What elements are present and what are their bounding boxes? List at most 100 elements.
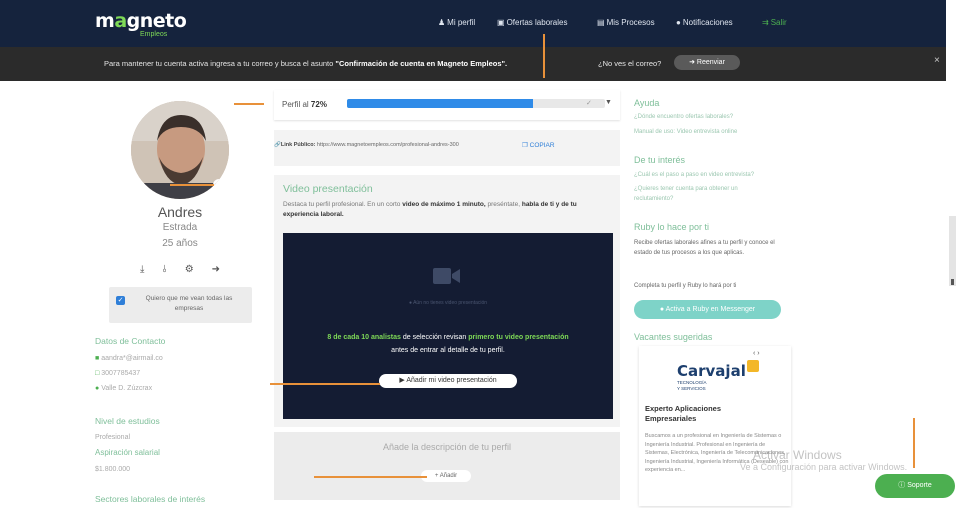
scrollbar-marker — [951, 279, 954, 285]
interest-link[interactable]: reclutamiento? — [634, 196, 673, 202]
arrow-right-icon: ➜ — [689, 59, 697, 66]
settings-icon[interactable]: ⚙ — [185, 264, 194, 275]
video-desc-text: Destaca tu perfil profesional. En un cor… — [283, 201, 401, 208]
video-msg-highlight: primero tu video presentación — [468, 334, 569, 341]
public-url-value[interactable]: https://www.magnetoempleos.com/profesion… — [317, 142, 459, 148]
close-banner-icon[interactable]: × — [934, 55, 940, 66]
video-empty-label: Aún no tienes video presentación — [413, 300, 488, 306]
logo-subtitle: Empleos — [140, 31, 168, 38]
banner-text: Para mantener tu cuenta activa ingresa a… — [104, 59, 334, 68]
video-camera-icon — [433, 268, 460, 284]
suggested-jobs-title: Vacantes sugeridas — [634, 332, 713, 342]
job-card[interactable]: ‹ › Carvajal TECNOLOGÍA Y SERVICIOS Exper… — [639, 346, 791, 506]
logout-icon: ⇉ — [762, 18, 769, 27]
bell-icon: ● — [676, 18, 681, 27]
activate-ruby-button[interactable]: ● Activa a Ruby en Messenger — [634, 300, 781, 319]
support-button[interactable]: ⓘ Soporte — [875, 474, 955, 498]
contact-phone: □ 3007785437 — [95, 370, 140, 377]
windows-watermark-sub: Ve a Configuración para activar Windows. — [740, 462, 908, 472]
nav-item-notificaciones[interactable]: ● Notificaciones — [676, 18, 733, 27]
carousel-arrows-icon[interactable]: ‹ › — [753, 350, 760, 357]
video-msg-text: de selección revisan — [402, 334, 467, 341]
phone-icon: □ — [95, 370, 100, 377]
email-confirmation-banner: Para mantener tu cuenta activa ingresa a… — [0, 47, 946, 81]
contact-location: ● Valle D. Zúzcrax — [95, 385, 152, 392]
nav-label: Mis Procesos — [606, 18, 655, 27]
interest-link[interactable]: ¿Quieres tener cuenta para obtener un — [634, 186, 738, 192]
help-link[interactable]: Manual de uso: Video entrevista online — [634, 129, 737, 135]
progress-percent: 72% — [310, 100, 327, 109]
magneto-logo[interactable]: magneto Empleos — [95, 10, 187, 38]
download-icon[interactable]: ⤓ — [140, 264, 144, 275]
description-title: Añade la descripción de tu perfil — [382, 442, 512, 452]
link-icon: 🔗 — [274, 142, 281, 148]
profile-actions: ⤓ ⫰ ⚙ ➜ — [140, 264, 220, 275]
ruby-text: Recibe ofertas laborales afines a tu per… — [634, 240, 775, 256]
public-url-card: 🔗Link Público: https://www.magnetoempleo… — [274, 130, 620, 166]
email-value: aandra*@airmail.co — [101, 355, 163, 362]
annotation-arrow — [234, 103, 264, 105]
video-desc-text: preséntate, — [487, 201, 521, 208]
logo-part: m — [95, 10, 115, 32]
profile-name: Andres — [157, 204, 203, 220]
interest-link[interactable]: ¿Cuál es el paso a paso en video entrevi… — [634, 172, 754, 178]
video-title: Video presentación — [283, 183, 373, 195]
ruby-text: Completa tu perfil y Ruby lo hará por ti — [634, 283, 737, 289]
help-link[interactable]: ¿Dónde encuentro ofertas laborales? — [634, 114, 733, 120]
share-icon[interactable]: ⫰ — [162, 264, 166, 275]
annotation-arrow — [543, 34, 545, 78]
add-video-button[interactable]: ▶ Añadir mi video presentación — [379, 374, 517, 388]
nav-item-ofertas[interactable]: ▣ Ofertas laborales — [497, 18, 567, 27]
job-title: Experto Aplicaciones Empresariales — [645, 404, 721, 424]
video-empty-text: ● Aún no tienes video presentación — [283, 300, 613, 306]
scrollbar-thumb[interactable] — [949, 216, 956, 286]
interest-title: De tu interés — [634, 155, 686, 165]
profile-progress-card[interactable]: Perfil al 72% ✓ ▼ — [274, 90, 620, 120]
annotation-arrow — [170, 184, 214, 186]
logo-sub-line: Y SERVICIOS — [677, 386, 706, 391]
top-navbar: magneto Empleos ♟ Mi perfil ▣ Ofertas labo… — [0, 0, 946, 47]
public-url: 🔗Link Público: https://www.magnetoempleo… — [274, 142, 459, 148]
education-value: Profesional — [95, 434, 131, 441]
annotation-arrow — [314, 476, 427, 478]
support-label: Soporte — [907, 482, 932, 489]
education-title: Nivel de estudios — [95, 416, 160, 426]
resend-label: Reenviar — [696, 59, 725, 66]
help-icon: ⓘ — [898, 482, 908, 489]
annotation-arrow — [270, 383, 380, 385]
video-desc-bold: video de máximo 1 minuto, — [402, 201, 486, 208]
nav-item-procesos[interactable]: ▤ Mis Procesos — [597, 18, 655, 27]
list-icon: ▤ — [597, 18, 605, 27]
banner-message: Para mantener tu cuenta activa ingresa a… — [104, 59, 507, 68]
contact-email: ■ aandra*@airmail.co — [95, 355, 163, 362]
profile-progress-bar — [347, 99, 605, 108]
nav-item-salir[interactable]: ⇉ Salir — [762, 18, 787, 27]
nav-item-mi-perfil[interactable]: ♟ Mi perfil — [438, 18, 475, 27]
add-video-label: Añadir mi video presentación — [406, 377, 497, 384]
nav-label: Mi perfil — [447, 18, 476, 27]
ruby-button-label: Activa a Ruby en Messenger — [665, 306, 756, 313]
phone-value: 3007785437 — [101, 370, 141, 377]
chevron-down-icon[interactable]: ▼ — [605, 99, 612, 106]
location-value: Valle D. Zúzcrax — [101, 385, 153, 392]
consent-checkbox[interactable]: ✓ — [116, 296, 125, 305]
copy-link-button[interactable]: ❐ COPIAR — [522, 141, 555, 149]
copy-label: COPIAR — [529, 142, 555, 149]
consent-label: Quiero que me vean todas las empresas — [145, 295, 233, 312]
resend-button[interactable]: ➜ Reenviar — [674, 55, 740, 70]
forward-icon[interactable]: ➜ — [212, 264, 220, 275]
company-logo: Carvajal — [677, 362, 746, 380]
video-placeholder-box — [283, 233, 613, 419]
profile-progress-label: Perfil al 72% — [282, 100, 327, 109]
contact-title: Datos de Contacto — [95, 336, 166, 346]
banner-bold-text: "Confirmación de cuenta en Magneto Emple… — [335, 59, 508, 68]
add-description-button[interactable]: + Añadir — [421, 470, 471, 482]
briefcase-icon: ▣ — [497, 18, 505, 27]
nav-label: Notificaciones — [682, 18, 733, 27]
logo-sub-line: TECNOLOGÍA — [677, 380, 707, 385]
profile-description-card: Añade la descripción de tu perfil + Añad… — [274, 432, 620, 500]
public-url-label: Link Público: — [280, 142, 316, 148]
mail-icon: ■ — [95, 355, 100, 362]
annotation-arrow — [913, 418, 915, 468]
logo-accent: a — [114, 10, 127, 32]
